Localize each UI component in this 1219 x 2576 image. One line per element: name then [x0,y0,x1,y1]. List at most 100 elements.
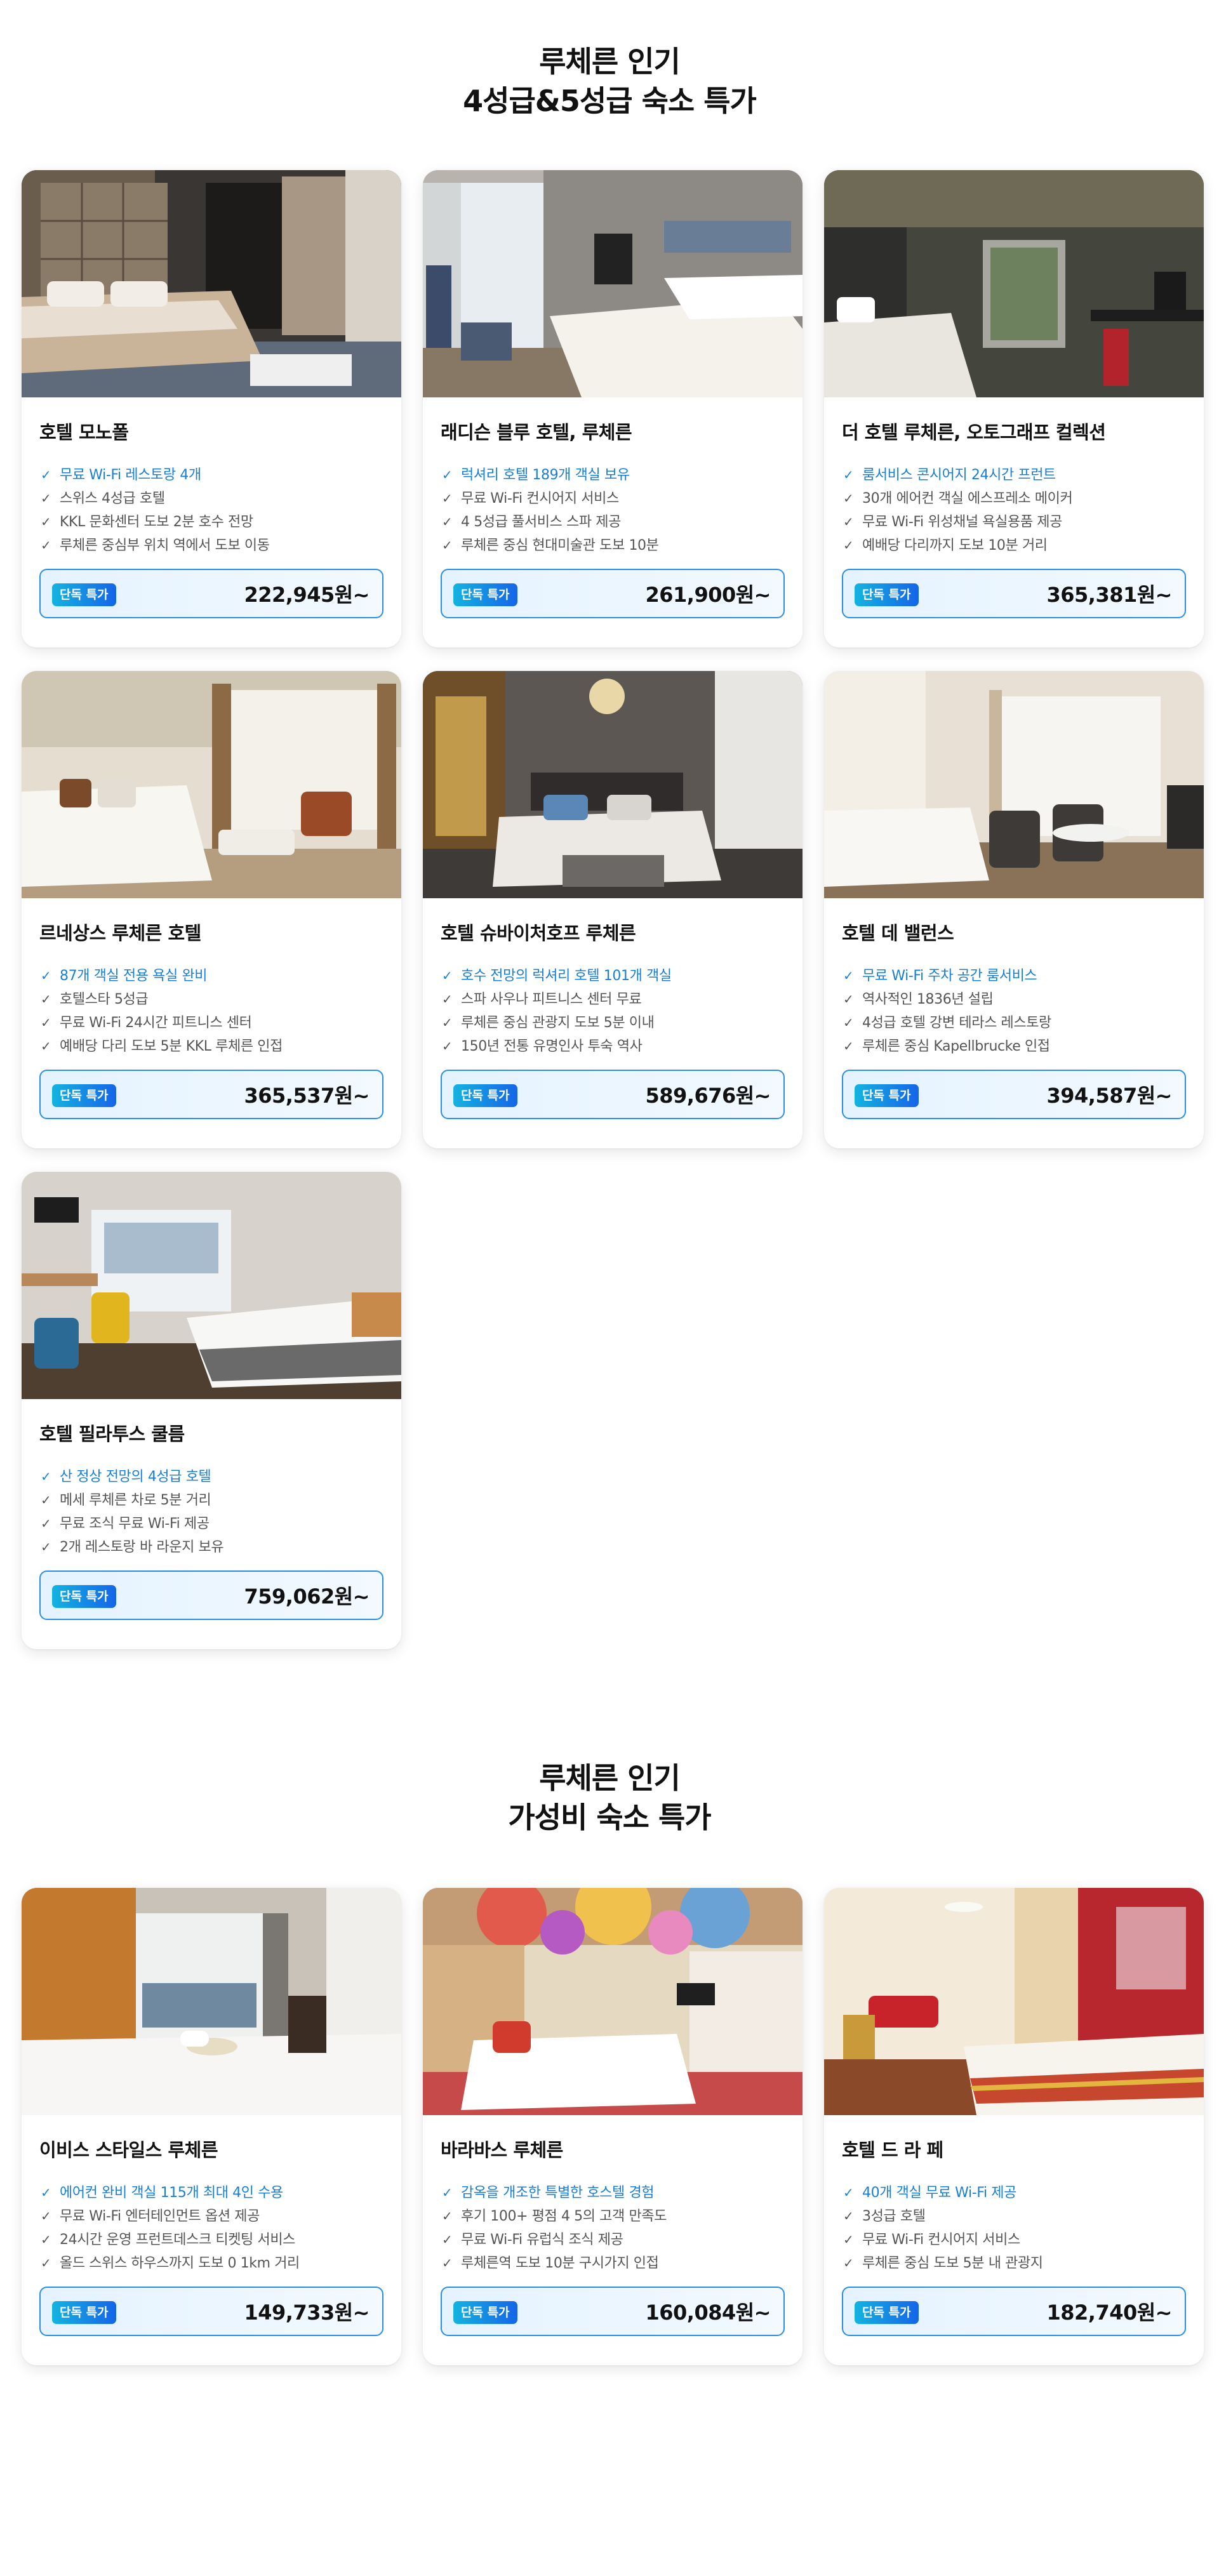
feature-item: ✓ 스파 사우나 피트니스 센터 무료 [441,988,790,1011]
exclusive-deal-badge: 단독 특가 [52,2301,116,2324]
hotel-name: 르네상스 루체른 호텔 [39,922,201,944]
feature-item: ✓ 무료 Wi-Fi 24시간 피트니스 센터 [39,1011,389,1035]
hotel-card[interactable]: 바라바스 루체른 ✓ 감옥을 개조한 특별한 호스텔 경험 ✓ 후기 100+ 평점… [423,1888,803,2365]
feature-item: ✓ 2개 레스토랑 바 라운지 보유 [39,1536,389,1559]
deal-box[interactable]: 단독 특가 759,062원~ [39,1570,383,1620]
hotel-photo [423,170,803,397]
hotel-photo [423,671,803,898]
deal-box[interactable]: 단독 특가 261,900원~ [441,569,785,618]
check-icon: ✓ [41,2185,51,2200]
feature-list: ✓ 룸서비스 콘시어지 24시간 프런트 ✓ 30개 에어컨 객실 에스프레소 메이… [842,463,1191,557]
feature-item: ✓ 루체른 중심부 위치 역에서 도보 이동 [39,534,389,557]
feature-item: ✓ 예배당 다리 도보 5분 KKL 루체른 인접 [39,1035,389,1058]
feature-item: ✓ 역사적인 1836년 설립 [842,988,1191,1011]
feature-item: ✓ 무료 Wi-Fi 주차 공간 룸서비스 [842,964,1191,988]
price: 365,537원~ [244,1084,370,1108]
check-icon: ✓ [843,992,854,1007]
check-icon: ✓ [442,491,453,506]
feature-list: ✓ 호수 전망의 럭셔리 호텔 101개 객실 ✓ 스파 사우나 피트니스 센터 무… [441,964,790,1058]
deal-box[interactable]: 단독 특가 394,587원~ [842,1070,1186,1119]
hotel-name: 래디슨 블루 호텔, 루체른 [441,422,632,443]
hotel-name: 바라바스 루체른 [441,2139,563,2161]
feature-item: ✓ 후기 100+ 평점 4 5의 고객 만족도 [441,2205,790,2228]
check-icon: ✓ [41,1516,51,1531]
feature-item: ✓ 올드 스위스 하우스까지 도보 0 1km 거리 [39,2252,389,2275]
hotel-photo [824,671,1204,898]
deal-box[interactable]: 단독 특가 149,733원~ [39,2287,383,2336]
check-icon: ✓ [442,1015,453,1030]
exclusive-deal-badge: 단독 특가 [453,583,517,606]
hotel-photo [423,1888,803,2115]
deal-box[interactable]: 단독 특가 365,537원~ [39,1070,383,1119]
hotel-card[interactable]: 호텔 필라투스 쿨름 ✓ 산 정상 전망의 4성급 호텔 ✓ 메세 루체른 차로 5… [22,1172,401,1649]
hotel-card[interactable]: 호텔 데 밸런스 ✓ 무료 Wi-Fi 주차 공간 룸서비스 ✓ 역사적인 1836… [824,671,1204,1148]
price: 149,733원~ [244,2300,370,2325]
price: 182,740원~ [1046,2300,1172,2325]
feature-item: ✓ 무료 Wi-Fi 컨시어지 서비스 [441,487,790,510]
feature-item: ✓ 40개 객실 무료 Wi-Fi 제공 [842,2181,1191,2205]
feature-item: ✓ 30개 에어컨 객실 에스프레소 메이커 [842,487,1191,510]
hotel-name: 더 호텔 루체른, 오토그래프 컬렉션 [842,422,1106,443]
hotel-photo [824,170,1204,397]
check-icon: ✓ [442,1039,453,1054]
deal-box[interactable]: 단독 특가 182,740원~ [842,2287,1186,2336]
feature-item: ✓ 무료 Wi-Fi 컨시어지 서비스 [842,2228,1191,2252]
check-icon: ✓ [843,2232,854,2247]
check-icon: ✓ [843,2208,854,2224]
check-icon: ✓ [41,1039,51,1054]
deal-box[interactable]: 단독 특가 589,676원~ [441,1070,785,1119]
check-icon: ✓ [41,1015,51,1030]
exclusive-deal-badge: 단독 특가 [52,1084,116,1107]
feature-item: ✓ 150년 전통 유명인사 투숙 역사 [441,1035,790,1058]
feature-list: ✓ 산 정상 전망의 4성급 호텔 ✓ 메세 루체른 차로 5분 거리 ✓ 무료 조식… [39,1465,389,1559]
hotel-card[interactable]: 이비스 스타일스 루체른 ✓ 에어컨 완비 객실 115개 최대 4인 수용 ✓ 무… [22,1888,401,2365]
deal-box[interactable]: 단독 특가 222,945원~ [39,569,383,618]
feature-item: ✓ 루체른 중심 Kapellbrucke 인접 [842,1035,1191,1058]
deal-box[interactable]: 단독 특가 365,381원~ [842,569,1186,618]
check-icon: ✓ [41,2208,51,2224]
hotel-photo [22,170,401,397]
exclusive-deal-badge: 단독 특가 [855,1084,919,1107]
deal-box[interactable]: 단독 특가 160,084원~ [441,2287,785,2336]
feature-item: ✓ 4성급 호텔 강변 테라스 레스토랑 [842,1011,1191,1035]
feature-item: ✓ 루체른 중심 현대미술관 도보 10분 [441,534,790,557]
feature-item: ✓ 87개 객실 전용 욕실 완비 [39,964,389,988]
check-icon: ✓ [843,538,854,553]
feature-item: ✓ 24시간 운영 프런트데스크 티켓팅 서비스 [39,2228,389,2252]
hotel-name: 호텔 데 밸런스 [842,922,954,944]
feature-item: ✓ 루체른 중심 관광지 도보 5분 이내 [441,1011,790,1035]
hotel-card[interactable]: 르네상스 루체른 호텔 ✓ 87개 객실 전용 욕실 완비 ✓ 호텔스타 5성급 ✓… [22,671,401,1148]
hotel-card[interactable]: 호텔 드 라 페 ✓ 40개 객실 무료 Wi-Fi 제공 ✓ 3성급 호텔 ✓ 무료… [824,1888,1204,2365]
price: 365,381원~ [1046,583,1172,607]
check-icon: ✓ [41,992,51,1007]
check-icon: ✓ [41,1469,51,1484]
check-icon: ✓ [843,514,854,529]
check-icon: ✓ [442,467,453,482]
hotel-name: 호텔 슈바이처호프 루체른 [441,922,636,944]
feature-item: ✓ 스위스 4성급 호텔 [39,487,389,510]
exclusive-deal-badge: 단독 특가 [453,1084,517,1107]
price: 394,587원~ [1046,1084,1172,1108]
hotel-name: 이비스 스타일스 루체른 [39,2139,218,2161]
hotel-card[interactable]: 호텔 슈바이처호프 루체른 ✓ 호수 전망의 럭셔리 호텔 101개 객실 ✓ 스파… [423,671,803,1148]
feature-list: ✓ 무료 Wi-Fi 레스토랑 4개 ✓ 스위스 4성급 호텔 ✓ KKL 문화센터 … [39,463,389,557]
check-icon: ✓ [41,2232,51,2247]
feature-item: ✓ 메세 루체른 차로 5분 거리 [39,1489,389,1512]
hotel-card[interactable]: 호텔 모노폴 ✓ 무료 Wi-Fi 레스토랑 4개 ✓ 스위스 4성급 호텔 ✓ KK… [22,170,401,647]
check-icon: ✓ [442,2185,453,2200]
check-icon: ✓ [843,2255,854,2271]
exclusive-deal-badge: 단독 특가 [855,2301,919,2324]
check-icon: ✓ [41,1539,51,1555]
hotel-name: 호텔 필라투스 쿨름 [39,1423,185,1445]
feature-item: ✓ 호텔스타 5성급 [39,988,389,1011]
hotel-card[interactable]: 더 호텔 루체른, 오토그래프 컬렉션 ✓ 룸서비스 콘시어지 24시간 프런트 … [824,170,1204,647]
hotel-card[interactable]: 래디슨 블루 호텔, 루체른 ✓ 럭셔리 호텔 189개 객실 보유 ✓ 무료 Wi… [423,170,803,647]
check-icon: ✓ [843,2185,854,2200]
feature-item: ✓ 룸서비스 콘시어지 24시간 프런트 [842,463,1191,487]
check-icon: ✓ [41,968,51,983]
check-icon: ✓ [442,968,453,983]
check-icon: ✓ [41,467,51,482]
feature-item: ✓ 무료 Wi-Fi 유럽식 조식 제공 [441,2228,790,2252]
feature-item: ✓ 에어컨 완비 객실 115개 최대 4인 수용 [39,2181,389,2205]
hotel-name: 호텔 모노폴 [39,422,129,443]
